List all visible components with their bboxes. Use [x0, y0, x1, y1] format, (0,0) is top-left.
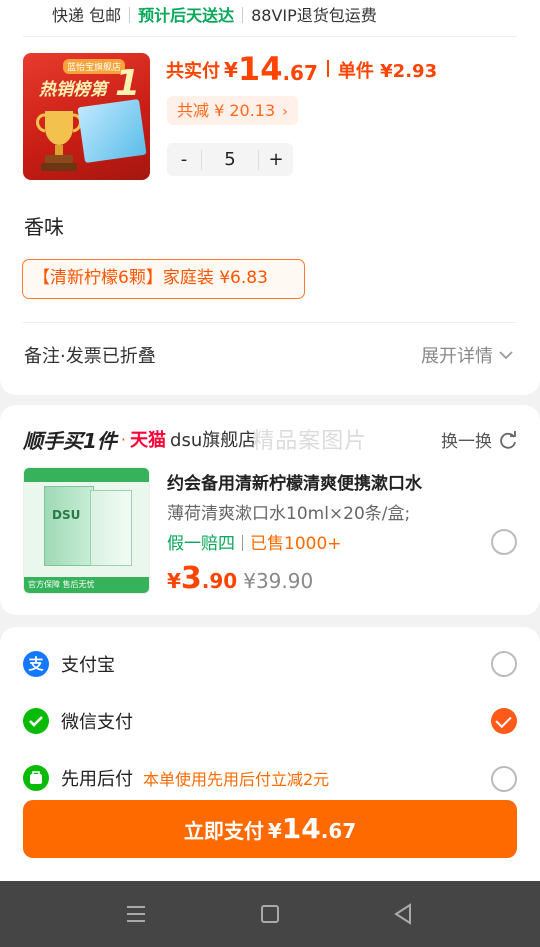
- addon-select-radio[interactable]: [491, 529, 517, 555]
- discount-text: 共减 ¥ 20.13: [177, 101, 276, 120]
- chevron-down-icon: [499, 351, 513, 360]
- addon-product-image[interactable]: DSU 官方保障 售后无忧: [23, 467, 150, 594]
- shipping-method: 快递 包邮: [52, 6, 122, 25]
- guarantee-tag: 假一赔四: [167, 534, 235, 554]
- vip-return-shipping: 88VIP退货包运费: [251, 6, 377, 25]
- addon-original-price: ¥39.90: [243, 569, 314, 593]
- pay-later-label: 先用后付: [61, 769, 133, 790]
- discount-detail-button[interactable]: 共减 ¥ 20.13 ›: [167, 96, 298, 125]
- swap-label: 换一换: [441, 432, 492, 452]
- pay-later-promo: 本单使用先用后付立减2元: [143, 770, 330, 789]
- refresh-icon: [500, 430, 516, 449]
- pay-later-icon: [23, 765, 49, 791]
- image-footer-text: 官方保障 售后无忧: [24, 577, 149, 593]
- sold-count: 已售1000+: [250, 534, 342, 554]
- pay-amount-decimal: .67: [320, 819, 357, 843]
- payment-option-wechat[interactable]: 微信支付: [23, 708, 133, 734]
- back-icon[interactable]: [392, 901, 414, 927]
- addon-store-name: dsu旗舰店: [170, 430, 257, 451]
- quantity-decrease-button[interactable]: -: [167, 149, 201, 170]
- addon-product-tags: 假一赔四 已售1000+: [167, 529, 342, 554]
- watermark-text: 精品案图片: [252, 429, 368, 454]
- currency-symbol: ¥: [224, 58, 238, 82]
- payment-option-paylater[interactable]: 先用后付 本单使用先用后付立减2元: [23, 765, 329, 791]
- quantity-stepper: - 5 +: [167, 143, 293, 176]
- total-price: 共实付 ¥14.67 单件 ¥2.93: [166, 50, 437, 92]
- delivery-estimate: 预计后天送达: [138, 6, 235, 25]
- addon-product-spec: 薄荷清爽漱口水10ml×20条/盒;: [167, 504, 411, 524]
- pay-later-radio[interactable]: [491, 766, 517, 792]
- pay-now-button[interactable]: 立即支付 ¥14.67: [23, 800, 517, 858]
- product-image[interactable]: 蓝怡宝旗舰店 热销榜第 1: [23, 53, 150, 180]
- addon-product-card: 顺手买1件 · 天猫 dsu旗舰店 精品案图片 换一换 DSU 官方保障 售后无…: [0, 405, 540, 615]
- alipay-label: 支付宝: [61, 655, 115, 676]
- addon-product-name[interactable]: 约会备用清新柠檬清爽便携漱口水: [167, 469, 422, 494]
- wechat-pay-radio[interactable]: [491, 708, 517, 734]
- pay-now-label: 立即支付: [183, 819, 264, 843]
- total-price-label: 共实付: [166, 61, 220, 82]
- divider: [23, 322, 517, 323]
- home-icon[interactable]: [259, 901, 281, 927]
- alipay-icon: 支: [23, 651, 49, 677]
- system-navigation-bar: [0, 881, 540, 947]
- chevron-right-icon: ›: [282, 104, 288, 120]
- image-rank-number: 1: [114, 63, 140, 104]
- quantity-increase-button[interactable]: +: [259, 149, 293, 170]
- expand-details-button[interactable]: 展开详情: [421, 342, 513, 368]
- quantity-input[interactable]: 5: [201, 149, 259, 170]
- menu-icon[interactable]: [125, 901, 147, 927]
- tmall-logo: 天猫: [130, 430, 167, 451]
- price-integer: 14: [237, 50, 283, 88]
- addon-title: 顺手买1件: [23, 428, 117, 453]
- divider: [23, 36, 517, 37]
- flavor-label: 香味: [24, 215, 64, 239]
- addon-price: ¥3.90 ¥39.90: [167, 561, 314, 596]
- image-brand-text: DSU: [52, 508, 81, 522]
- addon-price-decimal: .90: [201, 569, 238, 593]
- addon-price-integer: 3: [180, 561, 202, 596]
- addon-header: 顺手买1件 · 天猫 dsu旗舰店 精品案图片: [23, 423, 367, 455]
- note-invoice-collapsed: 备注·发票已折叠: [24, 346, 156, 367]
- order-product-card: 快递 包邮 预计后天送达 88VIP退货包运费 蓝怡宝旗舰店 热销榜第 1 共实付 ¥…: [0, 0, 540, 395]
- price-decimal: .67: [282, 61, 318, 85]
- alipay-radio[interactable]: [491, 651, 517, 677]
- unit-price: 单件 ¥2.93: [337, 61, 438, 82]
- product-pack-image: [77, 98, 147, 164]
- swap-button[interactable]: 换一换: [441, 427, 518, 452]
- image-rank-text: 热销榜第: [39, 80, 107, 100]
- payment-option-alipay[interactable]: 支 支付宝: [23, 651, 115, 677]
- expand-details-label: 展开详情: [421, 346, 493, 367]
- shipping-info: 快递 包邮 预计后天送达 88VIP退货包运费: [52, 2, 377, 26]
- wechat-pay-icon: [23, 708, 49, 734]
- pay-amount-integer: 14: [281, 812, 321, 845]
- flavor-option-selected[interactable]: 【清新柠檬6颗】家庭装 ¥6.83: [22, 259, 305, 299]
- wechat-pay-label: 微信支付: [61, 712, 133, 733]
